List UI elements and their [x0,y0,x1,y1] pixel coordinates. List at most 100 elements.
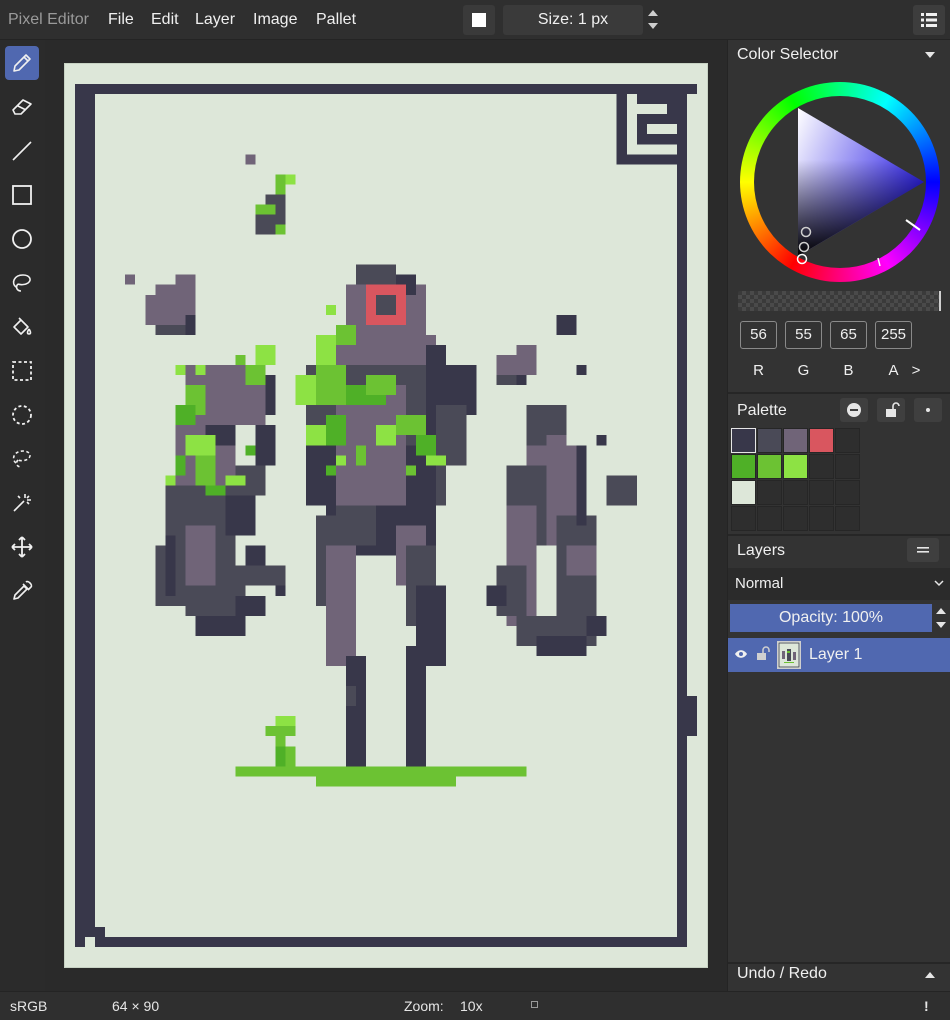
list-icon [921,13,937,27]
blend-mode-select[interactable]: Normal [728,568,950,600]
lasso-tool[interactable] [5,266,39,300]
zoom-reset-icon[interactable] [531,1001,538,1008]
ellipse-tool[interactable] [5,222,39,256]
minus-circle-icon [847,403,861,417]
menu-file[interactable]: File [108,11,134,29]
palette-empty-slot[interactable] [783,506,808,531]
undo-redo-header[interactable]: Undo / Redo [728,964,950,994]
brush-color-button[interactable] [463,5,495,35]
palette-swatch[interactable] [809,428,834,453]
right-panel: Color Selector 56 55 65 255 R G B A > Pa… [727,40,950,991]
palette-swatch[interactable] [731,480,756,505]
opacity-up-icon[interactable] [936,608,946,614]
menu-pallet[interactable]: Pallet [316,11,356,29]
expand-icon[interactable] [925,972,935,978]
pixel-artwork[interactable] [65,64,707,967]
ellipse-select-tool[interactable] [5,398,39,432]
size-increase-icon[interactable] [648,10,658,16]
remove-color-button[interactable] [840,398,868,422]
menu-image[interactable]: Image [253,11,297,29]
unlock-icon[interactable] [755,646,771,662]
palette-swatch[interactable] [783,454,808,479]
opacity-spinner[interactable] [934,604,948,632]
alpha-slider-handle[interactable] [939,291,941,311]
size-decrease-icon[interactable] [648,23,658,29]
collapse-icon[interactable] [925,52,935,58]
zoom-label: Zoom: [404,998,444,1014]
palette-empty-slot[interactable] [835,428,860,453]
layer-item[interactable]: Layer 1 [728,638,950,672]
color-wheel[interactable] [738,80,942,284]
eye-icon[interactable] [734,648,748,660]
palette-title: Palette [737,402,787,419]
magic-wand-icon [13,494,31,512]
line-icon [12,141,32,161]
alert-icon[interactable]: ! [924,998,929,1014]
pencil-tool[interactable] [5,46,39,80]
panels-menu-button[interactable] [913,5,945,35]
color-selector-header[interactable]: Color Selector [728,40,950,70]
more-modes-button[interactable]: > [906,362,926,379]
move-tool[interactable] [5,530,39,564]
brush-size-spinner[interactable] [645,6,661,34]
canvas-dimensions: 64 × 90 [112,998,160,1014]
brush-size-field[interactable]: Size: 1 px [503,5,643,35]
rectangle-tool[interactable] [5,178,39,212]
green-label: G [797,362,810,379]
opacity-slider[interactable]: Opacity: 100% [730,604,932,632]
palette-empty-slot[interactable] [757,506,782,531]
fill-tool[interactable] [5,310,39,344]
rectangle-icon [12,185,32,205]
lock-palette-button[interactable] [877,398,905,422]
rect-select-icon [12,361,32,381]
layers-menu-button[interactable] [907,538,939,562]
eraser-tool[interactable] [5,90,39,124]
hue-triangle-wheel[interactable] [738,80,942,284]
alpha-slider[interactable] [738,291,941,311]
color-selector-title: Color Selector [737,46,839,63]
palette-empty-slot[interactable] [835,506,860,531]
divider [728,392,950,394]
blue-value-field[interactable]: 65 [830,321,867,349]
rect-select-tool[interactable] [5,354,39,388]
palette-swatch[interactable] [731,454,756,479]
lasso-icon [12,274,31,292]
palette-empty-slot[interactable] [835,454,860,479]
layer-thumbnail-image [778,642,800,668]
palette-swatch[interactable] [731,428,756,453]
magic-wand-tool[interactable] [5,486,39,520]
palette-empty-slot[interactable] [809,480,834,505]
menu-edit[interactable]: Edit [151,11,179,29]
chevron-down-icon [934,580,944,587]
palette-swatch[interactable] [757,454,782,479]
palette-empty-slot[interactable] [809,454,834,479]
palette-empty-slot[interactable] [783,480,808,505]
palette-options-button[interactable] [914,398,942,422]
alpha-value-field[interactable]: 255 [875,321,912,349]
pixel-canvas[interactable] [64,63,708,968]
zoom-value[interactable]: 10x [460,998,483,1014]
line-tool[interactable] [5,134,39,168]
menubar: Pixel Editor File Edit Layer Image Palle… [0,0,950,40]
menu-layer[interactable]: Layer [195,11,235,29]
green-value-field[interactable]: 55 [785,321,822,349]
lasso-select-tool[interactable] [5,442,39,476]
eraser-icon [12,99,32,115]
lasso-select-icon [12,450,31,468]
red-value-field[interactable]: 56 [740,321,777,349]
palette-empty-slot[interactable] [809,506,834,531]
palette-empty-slot[interactable] [835,480,860,505]
layer-name: Layer 1 [809,646,863,663]
canvas-area[interactable] [45,40,727,991]
palette-swatch[interactable] [783,428,808,453]
tool-bar [0,40,45,991]
palette-swatch[interactable] [757,428,782,453]
eyedropper-tool[interactable] [5,574,39,608]
opacity-down-icon[interactable] [936,622,946,628]
palette-empty-slot[interactable] [757,480,782,505]
undo-redo-title: Undo / Redo [737,965,827,982]
pixel-editor-window: Pixel Editor File Edit Layer Image Palle… [0,0,950,1020]
palette-empty-slot[interactable] [731,506,756,531]
paint-bucket-icon [13,317,32,335]
app-title: Pixel Editor [8,11,89,28]
